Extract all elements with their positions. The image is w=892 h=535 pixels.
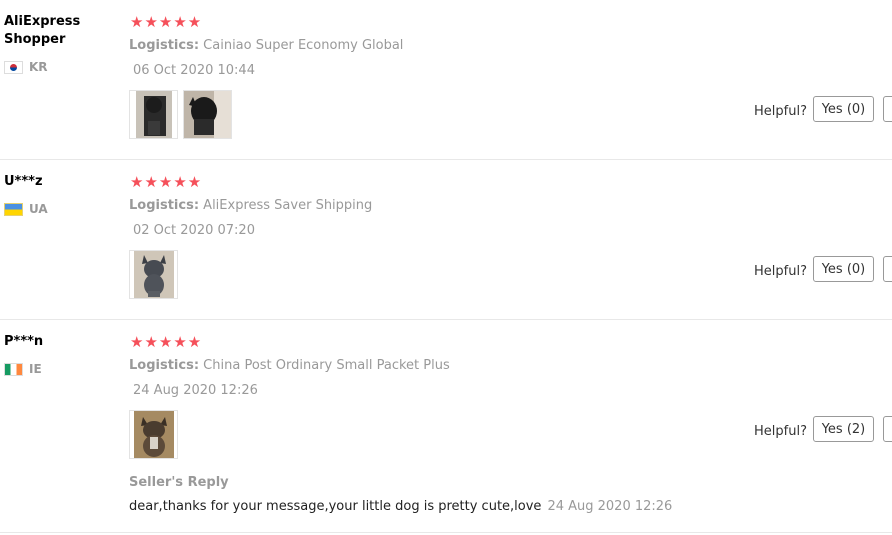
country-code: KR bbox=[29, 60, 48, 74]
review-images bbox=[129, 410, 178, 459]
logistics-info: Logistics: China Post Ordinary Small Pac… bbox=[129, 358, 450, 373]
reviewer-name: U***z bbox=[4, 174, 43, 189]
review-date: 06 Oct 2020 10:44 bbox=[133, 63, 255, 78]
helpful-yes-button[interactable]: Yes (0) bbox=[813, 96, 874, 122]
review-date: 02 Oct 2020 07:20 bbox=[133, 223, 255, 238]
helpful-label: Helpful? bbox=[754, 104, 807, 119]
logistics-value: China Post Ordinary Small Packet Plus bbox=[203, 358, 450, 373]
logistics-label: Logistics: bbox=[129, 358, 200, 373]
logistics-info: Logistics: Cainiao Super Economy Global bbox=[129, 38, 403, 53]
flag-kr-icon bbox=[4, 60, 23, 74]
seller-reply: dear,thanks for your message,your little… bbox=[129, 499, 672, 514]
seller-reply-date: 24 Aug 2020 12:26 bbox=[547, 499, 673, 514]
star-rating: ★★★★★ bbox=[130, 13, 203, 31]
seller-reply-text: dear,thanks for your message,your little… bbox=[129, 499, 542, 514]
flag-ie-icon bbox=[4, 362, 23, 376]
dog-photo-icon bbox=[135, 91, 172, 138]
helpful-no-button[interactable] bbox=[883, 256, 892, 282]
dog-photo-icon bbox=[184, 91, 231, 138]
helpful-label: Helpful? bbox=[754, 264, 807, 279]
helpful-no-button[interactable] bbox=[883, 416, 892, 442]
logistics-value: Cainiao Super Economy Global bbox=[203, 38, 404, 53]
review-images bbox=[129, 90, 232, 139]
dog-photo-icon bbox=[133, 251, 174, 298]
country-code: IE bbox=[29, 362, 42, 376]
country-code: UA bbox=[29, 202, 48, 216]
review-item: AliExpress Shopper KR ★★★★★ Logistics: C… bbox=[0, 0, 892, 160]
dog-photo-icon bbox=[133, 411, 174, 458]
reviewer-name: P***n bbox=[4, 334, 44, 349]
review-date: 24 Aug 2020 12:26 bbox=[133, 383, 258, 398]
reviewer-country: IE bbox=[4, 362, 42, 376]
star-rating: ★★★★★ bbox=[130, 333, 203, 351]
helpful-label: Helpful? bbox=[754, 424, 807, 439]
review-image-thumbnail[interactable] bbox=[129, 410, 178, 459]
logistics-label: Logistics: bbox=[129, 38, 200, 53]
helpful-no-button[interactable] bbox=[883, 96, 892, 122]
helpful-yes-button[interactable]: Yes (2) bbox=[813, 416, 874, 442]
seller-reply-title: Seller's Reply bbox=[129, 475, 229, 490]
helpful-yes-button[interactable]: Yes (0) bbox=[813, 256, 874, 282]
logistics-info: Logistics: AliExpress Saver Shipping bbox=[129, 198, 372, 213]
review-image-thumbnail[interactable] bbox=[183, 90, 232, 139]
review-item: U***z UA ★★★★★ Logistics: AliExpress Sav… bbox=[0, 160, 892, 320]
logistics-value: AliExpress Saver Shipping bbox=[203, 198, 373, 213]
review-item: P***n IE ★★★★★ Logistics: China Post Ord… bbox=[0, 320, 892, 533]
reviewer-country: KR bbox=[4, 60, 48, 74]
review-image-thumbnail[interactable] bbox=[129, 90, 178, 139]
review-image-thumbnail[interactable] bbox=[129, 250, 178, 299]
star-rating: ★★★★★ bbox=[130, 173, 203, 191]
reviewer-name: AliExpress Shopper bbox=[4, 14, 81, 47]
reviewer-country: UA bbox=[4, 202, 48, 216]
flag-ua-icon bbox=[4, 202, 23, 216]
logistics-label: Logistics: bbox=[129, 198, 200, 213]
review-images bbox=[129, 250, 178, 299]
